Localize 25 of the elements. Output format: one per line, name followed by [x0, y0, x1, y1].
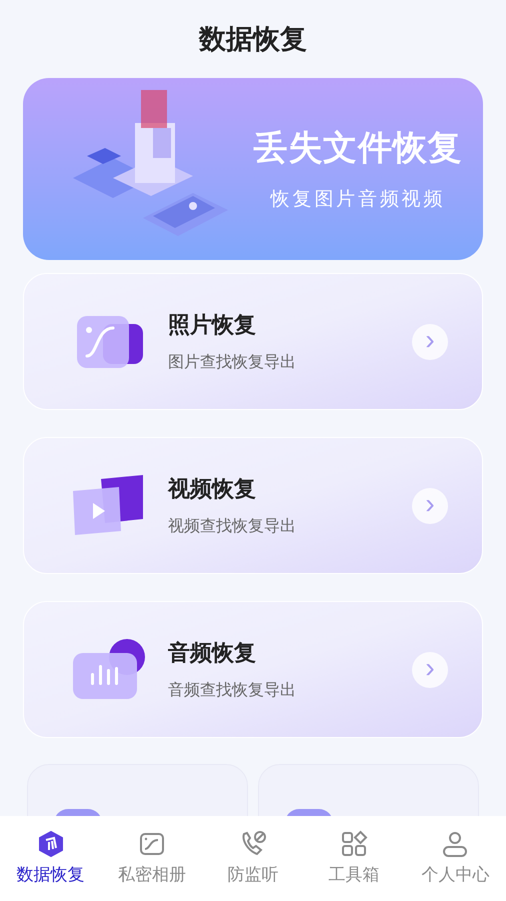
grid-icon [340, 830, 368, 858]
arrow-button[interactable]: › [412, 488, 448, 524]
banner-title: 丢失文件恢复 [253, 128, 463, 170]
cube-icon [36, 830, 65, 858]
tab[interactable]: 数据恢复 [0, 830, 102, 888]
page-title: 数据恢复 [199, 22, 307, 56]
banner-subtitle: 恢复图片音频视频 [270, 188, 446, 212]
feature-card[interactable]: 视频恢复 视频查找恢复导出 › [23, 437, 483, 574]
tab[interactable]: 防监听 [202, 830, 304, 888]
banner[interactable]: 丢失文件恢复 恢复图片音频视频 [23, 78, 483, 260]
feature-title: 照片恢复 [168, 311, 257, 339]
arrow-button[interactable]: › [412, 652, 448, 688]
tab[interactable]: 工具箱 [304, 830, 405, 888]
feature-subtitle: 视频查找恢复导出 [168, 516, 297, 537]
image-icon [138, 830, 166, 858]
arrow-button[interactable]: › [412, 324, 448, 360]
feature-card[interactable]: 照片恢复 图片查找恢复导出 › [23, 273, 483, 410]
feature-title: 视频恢复 [168, 475, 257, 503]
person-icon [441, 830, 470, 858]
feature-card[interactable]: 音频恢复 音频查找恢复导出 › [23, 601, 483, 738]
tab[interactable]: 个人中心 [404, 830, 506, 888]
feature-title: 音频恢复 [168, 639, 257, 667]
feature-subtitle: 音频查找恢复导出 [168, 680, 297, 701]
feature-subtitle: 图片查找恢复导出 [168, 352, 297, 373]
tab[interactable]: 私密相册 [101, 830, 202, 888]
